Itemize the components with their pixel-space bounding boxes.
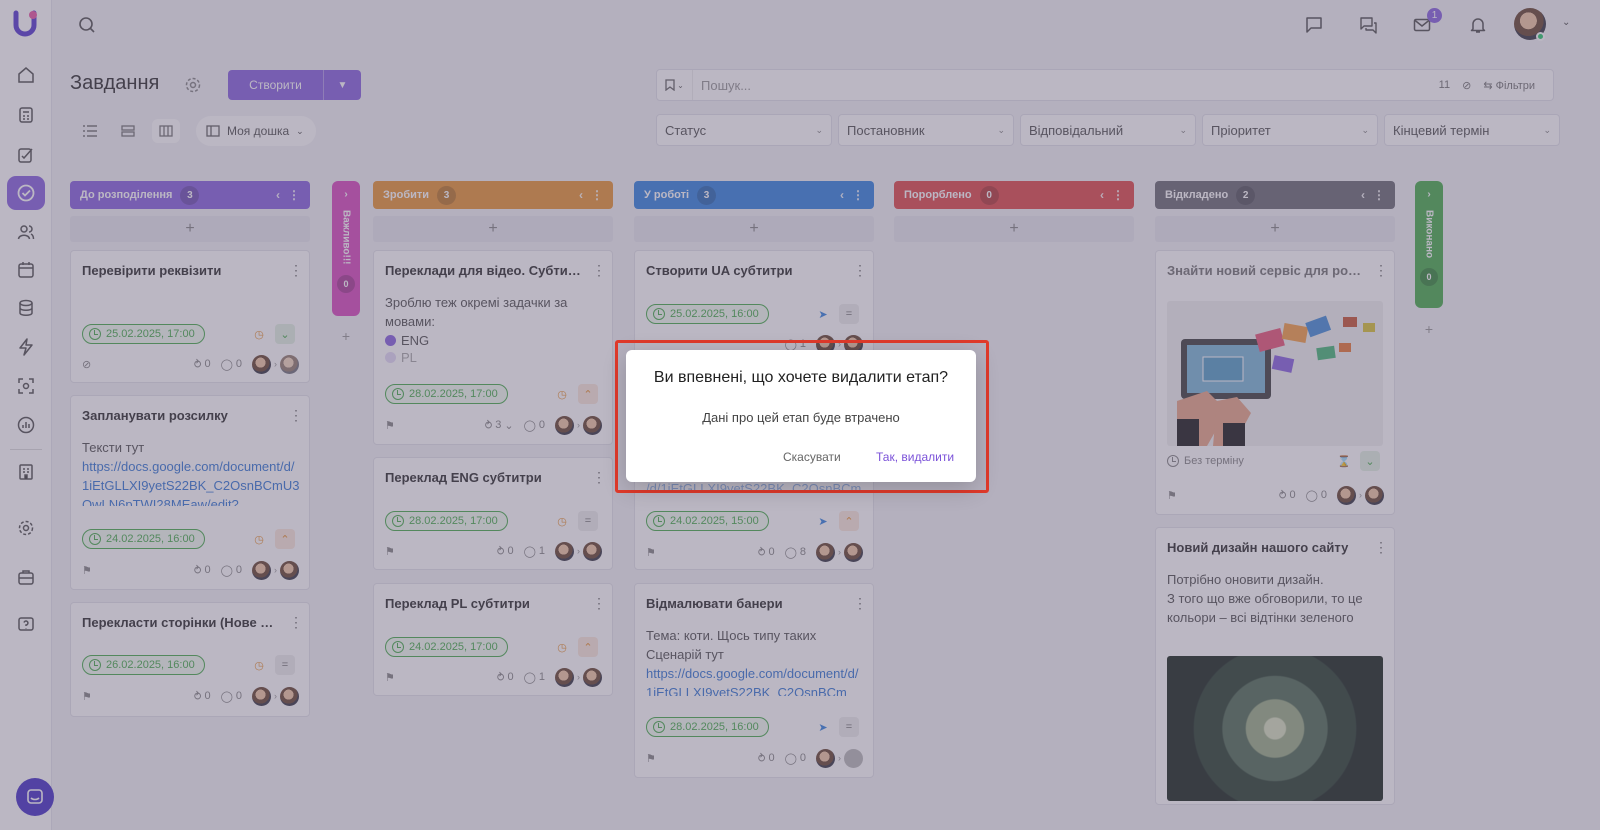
confirm-delete-button[interactable]: Так, видалити bbox=[876, 450, 954, 464]
delete-stage-dialog: Ви впевнені, що хочете видалити етап? Да… bbox=[626, 350, 976, 482]
dialog-title: Ви впевнені, що хочете видалити етап? bbox=[653, 369, 949, 386]
dialog-message: Дані про цей етап буде втрачено bbox=[702, 410, 900, 425]
cancel-button[interactable]: Скасувати bbox=[783, 450, 841, 464]
